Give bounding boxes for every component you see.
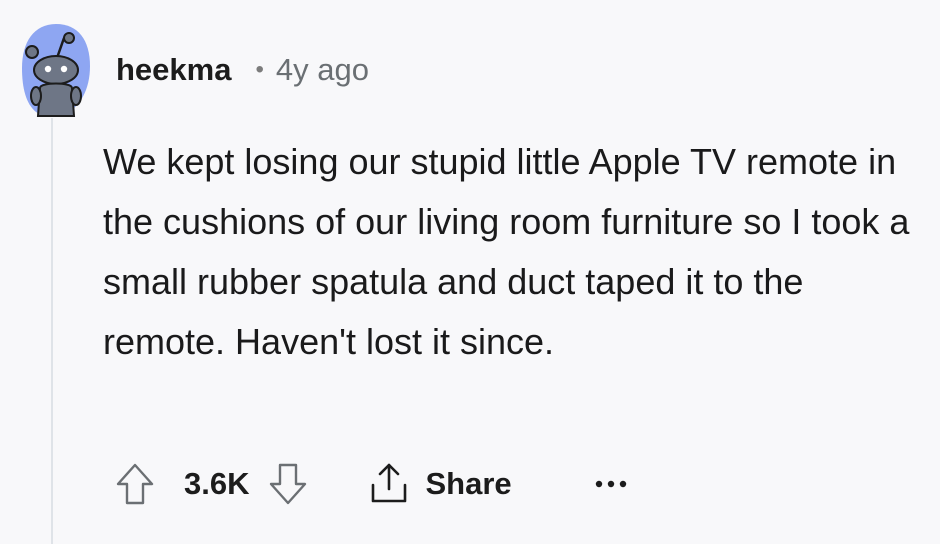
arrow-up-outline-icon xyxy=(116,463,154,505)
comment: heekma • 4y ago We kept losing our stupi… xyxy=(0,0,940,544)
upvote-button[interactable] xyxy=(112,461,158,507)
comment-body: We kept losing our stupid little Apple T… xyxy=(103,141,910,362)
downvote-button[interactable] xyxy=(265,461,311,507)
more-options-button[interactable] xyxy=(594,478,628,490)
share-label: Share xyxy=(425,466,512,501)
snoo-avatar-icon xyxy=(22,24,90,117)
vote-score: 3.6K xyxy=(184,466,250,501)
user-avatar[interactable] xyxy=(20,22,92,118)
username-link[interactable]: heekma xyxy=(116,52,231,88)
ellipsis-icon xyxy=(595,480,626,488)
arrow-down-outline-icon xyxy=(270,463,307,505)
meta-separator: • xyxy=(255,56,264,83)
comment-age[interactable]: 4y ago xyxy=(276,52,369,88)
share-upload-icon xyxy=(372,463,407,503)
comment-actions: 3.6K Share xyxy=(112,456,628,512)
share-button[interactable]: Share xyxy=(367,461,512,507)
comment-meta: heekma • 4y ago xyxy=(116,48,369,92)
thread-line[interactable] xyxy=(51,118,53,544)
